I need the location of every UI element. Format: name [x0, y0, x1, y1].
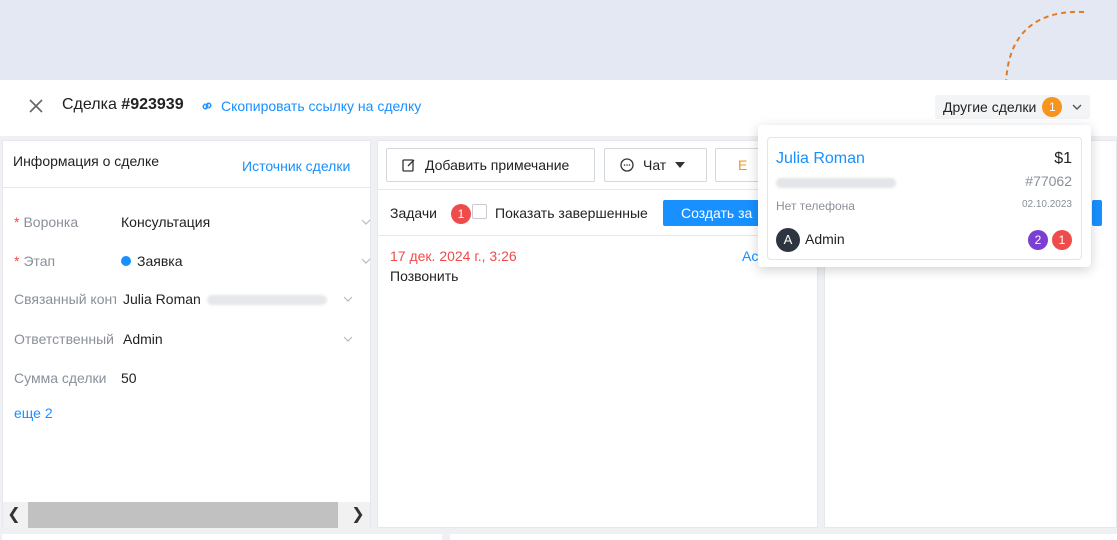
copy-link-button[interactable]: Скопировать ссылку на сделку — [200, 98, 421, 114]
chevron-down-icon — [1072, 104, 1082, 110]
deal-card-date: 02.10.2023 — [1021, 199, 1072, 210]
tasks-count-badge: 1 — [451, 204, 471, 224]
chat-label: Чат — [643, 157, 667, 173]
close-icon[interactable] — [27, 97, 45, 115]
task-date: 17 дек. 2024 г., 3:26 — [390, 248, 517, 264]
chat-button[interactable]: Чат — [604, 148, 707, 182]
chat-icon — [620, 158, 634, 172]
field-label-funnel: * Воронка — [14, 214, 79, 230]
blurred-email — [206, 295, 327, 306]
deal-card-amount: $1 — [1054, 150, 1072, 167]
scroll-left-icon[interactable]: ❮ — [6, 506, 22, 524]
deal-card-phone: Нет телефона — [776, 199, 855, 213]
other-deals-count-badge: 1 — [1042, 97, 1063, 117]
field-label-amount: Сумма сделки — [14, 370, 107, 386]
bottom-strip — [450, 534, 1117, 540]
chevron-down-icon[interactable] — [341, 332, 355, 346]
required-mark: * — [14, 253, 20, 269]
field-label-stage: * Этап — [14, 253, 56, 269]
tasks-label: Задачи — [390, 205, 438, 221]
copy-link-label: Скопировать ссылку на сделку — [221, 98, 422, 114]
top-band — [0, 0, 1117, 80]
purple-count-badge: 2 — [1028, 230, 1048, 250]
avatar: A — [776, 228, 800, 252]
other-deals-label: Другие сделки — [943, 99, 1037, 115]
divider — [378, 189, 817, 190]
task-text: Позвонить — [390, 268, 459, 284]
deal-info-title: Информация о сделке — [13, 153, 160, 169]
chevron-down-icon[interactable] — [359, 254, 373, 268]
field-label-contact: Связанный контакт — [14, 291, 116, 307]
caret-down-icon — [675, 162, 686, 168]
deal-card-id: #77062 — [1025, 173, 1072, 189]
create-task-button[interactable]: Создать за — [663, 200, 759, 226]
red-count-badge: 1 — [1052, 230, 1072, 250]
deal-card-owner: Admin — [805, 231, 845, 247]
chevron-down-icon[interactable] — [341, 292, 355, 306]
amount-field[interactable]: 50 — [121, 370, 137, 386]
deal-number: #923939 — [121, 96, 184, 113]
deal-card-name[interactable]: Julia Roman — [776, 150, 865, 168]
deal-source-link[interactable]: Источник сделки — [242, 158, 350, 174]
create-task-label: Создать за — [681, 205, 753, 221]
task-assignee-link[interactable]: Ас — [742, 248, 758, 264]
scrollbar-thumb[interactable] — [28, 502, 338, 528]
bottom-strip — [2, 534, 442, 540]
page-title: Сделка #923939 — [62, 96, 184, 114]
divider — [378, 235, 817, 236]
show-completed-checkbox[interactable] — [472, 204, 487, 219]
more-fields-link[interactable]: еще 2 — [14, 405, 53, 421]
stage-select[interactable]: Заявка — [121, 253, 182, 269]
field-label-responsible: Ответственный — [14, 331, 114, 347]
status-dot — [121, 256, 131, 266]
edit-icon — [402, 159, 415, 172]
link-icon — [202, 102, 212, 110]
activity-panel — [377, 140, 818, 528]
funnel-select[interactable]: Консультация — [121, 214, 210, 230]
chevron-down-icon[interactable] — [359, 215, 373, 229]
other-deals-button[interactable]: Другие сделки 1 — [935, 95, 1091, 119]
responsible-select[interactable]: Admin — [123, 331, 163, 347]
contact-select[interactable]: Julia Roman — [123, 291, 327, 307]
blurred-email — [776, 178, 896, 188]
add-note-button[interactable]: Добавить примечание — [386, 148, 595, 182]
required-mark: * — [14, 214, 20, 230]
divider — [3, 187, 370, 188]
add-note-label: Добавить примечание — [425, 157, 570, 173]
scroll-right-icon[interactable]: ❯ — [350, 506, 366, 524]
right-panel-button[interactable] — [1092, 200, 1102, 226]
deal-prefix: Сделка — [62, 96, 117, 113]
email-label: Е — [738, 157, 748, 173]
show-completed-label[interactable]: Показать завершенные — [495, 205, 648, 221]
email-button[interactable]: Е — [715, 148, 760, 182]
